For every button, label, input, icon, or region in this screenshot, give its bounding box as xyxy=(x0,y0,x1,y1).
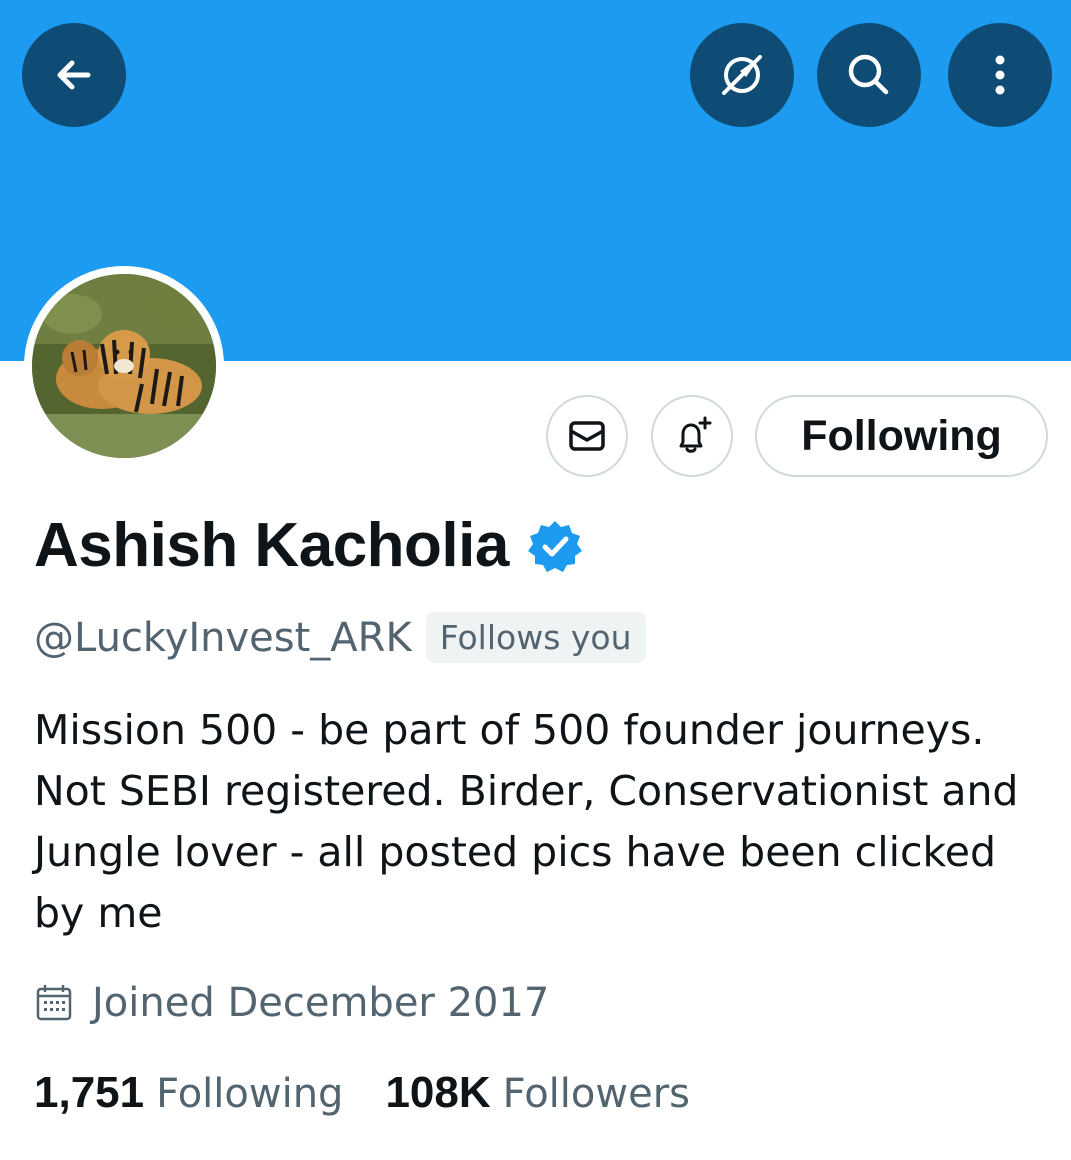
display-name: Ashish Kacholia xyxy=(34,511,509,580)
verified-badge-icon xyxy=(527,520,582,572)
handle-row: @LuckyInvest_ARK Follows you xyxy=(34,612,646,663)
envelope-icon xyxy=(569,421,605,451)
joined-row: Joined December 2017 xyxy=(34,980,549,1026)
explore-button[interactable] xyxy=(690,23,794,127)
more-vertical-icon xyxy=(995,55,1005,95)
following-count: 1,751 xyxy=(34,1068,145,1117)
stats-row: 1,751 Following 108K Followers xyxy=(34,1068,732,1118)
message-button[interactable] xyxy=(546,395,628,477)
avatar xyxy=(32,274,216,458)
following-button[interactable]: Following xyxy=(755,395,1048,477)
followers-count: 108K xyxy=(385,1068,491,1117)
back-button[interactable] xyxy=(22,23,126,127)
following-label: Following xyxy=(156,1071,344,1117)
bio: Mission 500 - be part of 500 founder jou… xyxy=(34,706,1019,937)
bell-plus-icon xyxy=(679,416,712,453)
handle: @LuckyInvest_ARK xyxy=(34,614,412,661)
calendar-icon xyxy=(36,984,72,1021)
joined-date: Joined December 2017 xyxy=(92,980,550,1026)
compass-slash-icon xyxy=(722,55,762,95)
search-button[interactable] xyxy=(817,23,921,127)
more-options-button[interactable] xyxy=(948,23,1052,127)
followers-stat[interactable]: 108K Followers xyxy=(385,1068,690,1118)
name-row: Ashish Kacholia xyxy=(34,510,583,581)
arrow-left-icon xyxy=(57,60,91,90)
follows-you-badge: Follows you xyxy=(425,612,646,663)
following-stat[interactable]: 1,751 Following xyxy=(34,1068,343,1118)
profile-avatar[interactable] xyxy=(24,266,224,466)
search-icon xyxy=(848,54,889,95)
notify-button[interactable] xyxy=(651,395,733,477)
tiger-photo xyxy=(32,274,216,458)
followers-label: Followers xyxy=(502,1071,690,1117)
